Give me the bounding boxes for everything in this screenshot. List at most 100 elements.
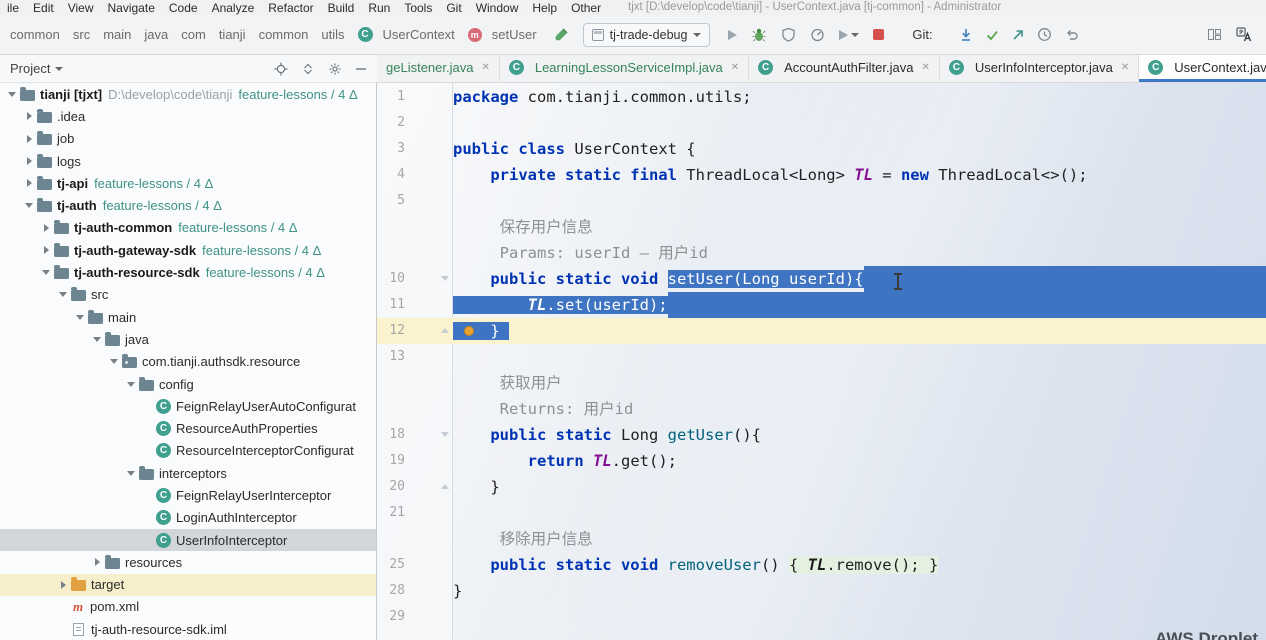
breadcrumb-item[interactable]: m setUser <box>467 27 537 42</box>
breadcrumb-item[interactable]: utils <box>321 27 344 42</box>
tree-row[interactable]: tj-auth-common feature-lessons / 4 Δ <box>0 217 376 239</box>
hide-panel-icon[interactable] <box>355 62 367 76</box>
chevron-down-icon[interactable] <box>106 359 122 364</box>
git-push-icon[interactable] <box>1011 28 1025 42</box>
tree-row[interactable]: C LoginAuthInterceptor <box>0 507 376 529</box>
chevron-down-icon[interactable] <box>38 270 54 275</box>
brush-icon[interactable] <box>553 27 569 43</box>
chevron-right-icon[interactable] <box>21 179 37 187</box>
menu-item[interactable]: ile <box>0 1 26 15</box>
project-panel-header[interactable]: Project <box>0 55 377 83</box>
tree-row[interactable]: .idea <box>0 105 376 127</box>
menu-item[interactable]: Navigate <box>101 1 162 15</box>
tree-row[interactable]: m pom.xml <box>0 596 376 618</box>
menu-item[interactable]: Run <box>361 1 397 15</box>
tree-row[interactable]: target <box>0 573 376 596</box>
editor-tab[interactable]: C AccountAuthFilter.java ✕ <box>749 55 940 82</box>
chevron-down-icon[interactable] <box>55 292 71 297</box>
breadcrumb-item[interactable]: C UserContext <box>357 27 455 42</box>
breadcrumb-item[interactable]: tianji <box>219 27 246 42</box>
tree-row[interactable]: tianji [tjxt] D:\develop\code\tianji featu… <box>0 83 376 105</box>
chevron-right-icon[interactable] <box>21 135 37 143</box>
rollback-icon[interactable] <box>1064 27 1079 42</box>
tree-row[interactable]: job <box>0 128 376 150</box>
breadcrumb-item[interactable]: src <box>73 27 90 42</box>
menu-item[interactable]: Window <box>469 1 526 15</box>
collapse-all-icon[interactable] <box>301 62 315 76</box>
menu-item[interactable]: Help <box>525 1 564 15</box>
menu-item[interactable]: Refactor <box>261 1 320 15</box>
menu-item[interactable]: Other <box>564 1 608 15</box>
breadcrumb-item[interactable]: common <box>10 27 60 42</box>
tree-row[interactable]: logs <box>0 150 376 172</box>
menu-item[interactable]: Build <box>321 1 362 15</box>
tree-row[interactable]: interceptors <box>0 462 376 484</box>
menu-item[interactable]: Git <box>439 1 468 15</box>
menu-item[interactable]: Code <box>162 1 205 15</box>
tree-row[interactable]: tj-auth-gateway-sdk feature-lessons / 4 Δ <box>0 239 376 261</box>
run-more-button[interactable] <box>839 29 860 40</box>
fold-marker-icon[interactable] <box>441 484 449 489</box>
tree-row[interactable]: tj-auth feature-lessons / 4 Δ <box>0 194 376 216</box>
translate-icon[interactable] <box>1236 27 1252 42</box>
tree-row[interactable]: com.tianji.authsdk.resource <box>0 351 376 373</box>
menu-item[interactable]: Analyze <box>205 1 262 15</box>
tree-row[interactable]: C ResourceInterceptorConfigurat <box>0 440 376 462</box>
profiler-icon[interactable] <box>810 27 825 42</box>
tree-row[interactable]: tj-auth-resource-sdk.iml <box>0 618 376 640</box>
tree-row[interactable]: tj-api feature-lessons / 4 Δ <box>0 172 376 194</box>
tree-row[interactable]: resources <box>0 551 376 573</box>
tree-row[interactable]: C FeignRelayUserAutoConfigurat <box>0 395 376 417</box>
fold-marker-icon[interactable] <box>441 432 449 437</box>
chevron-down-icon[interactable] <box>21 203 37 208</box>
tree-row[interactable]: tj-auth-resource-sdk feature-lessons / 4 … <box>0 261 376 283</box>
tree-row[interactable]: java <box>0 328 376 350</box>
breadcrumb-item[interactable]: common <box>259 27 309 42</box>
chevron-down-icon[interactable] <box>72 315 88 320</box>
tree-row[interactable]: main <box>0 306 376 328</box>
chevron-right-icon[interactable] <box>21 157 37 165</box>
tree-row[interactable]: src <box>0 284 376 306</box>
locate-file-icon[interactable] <box>274 62 288 76</box>
menu-item[interactable]: Edit <box>26 1 61 15</box>
debug-icon[interactable] <box>751 27 767 43</box>
breakpoint-icon[interactable] <box>464 326 474 336</box>
git-update-icon[interactable] <box>959 28 973 42</box>
breadcrumb-item[interactable]: java <box>144 27 168 42</box>
editor-tab[interactable]: C LearningLessonServiceImpl.java ✕ <box>500 55 750 82</box>
chevron-right-icon[interactable] <box>38 224 54 232</box>
coverage-icon[interactable] <box>781 27 796 42</box>
chevron-down-icon[interactable] <box>89 337 105 342</box>
editor-tab[interactable]: geListener.java ✕ <box>377 55 500 82</box>
menu-item[interactable]: View <box>61 1 101 15</box>
gear-icon[interactable] <box>328 62 342 76</box>
tree-row[interactable]: C ResourceAuthProperties <box>0 417 376 439</box>
editor-tab[interactable]: C UserInfoInterceptor.java ✕ <box>940 55 1140 82</box>
close-icon[interactable]: ✕ <box>481 62 489 73</box>
tree-row[interactable]: C UserInfoInterceptor <box>0 528 376 552</box>
chevron-right-icon[interactable] <box>38 246 54 254</box>
layout-grid-icon[interactable] <box>1207 27 1222 42</box>
fold-marker-icon[interactable] <box>441 328 449 333</box>
close-icon[interactable]: ✕ <box>731 62 739 73</box>
close-icon[interactable]: ✕ <box>921 62 929 73</box>
git-commit-icon[interactable] <box>985 28 999 42</box>
chevron-right-icon[interactable] <box>55 581 71 589</box>
close-icon[interactable]: ✕ <box>1121 62 1129 73</box>
editor-tab[interactable]: CUserContext.java✕ <box>1139 55 1266 82</box>
chevron-down-icon[interactable] <box>4 92 20 97</box>
breadcrumb-item[interactable]: main <box>103 27 131 42</box>
editor[interactable]: 1 package com.tianji.common.utils; 2 3 publi… <box>377 83 1266 640</box>
chevron-down-icon[interactable] <box>123 382 139 387</box>
run-config-select[interactable]: tj-trade-debug <box>582 22 711 47</box>
history-clock-icon[interactable] <box>1037 27 1052 42</box>
stop-button[interactable] <box>873 29 885 40</box>
fold-marker-icon[interactable] <box>441 276 449 281</box>
chevron-down-icon[interactable] <box>123 471 139 476</box>
chevron-right-icon[interactable] <box>89 558 105 566</box>
run-button[interactable] <box>728 29 738 40</box>
chevron-right-icon[interactable] <box>21 112 37 120</box>
tree-row[interactable]: config <box>0 373 376 395</box>
breadcrumb-item[interactable]: com <box>181 27 206 42</box>
tree-row[interactable]: C FeignRelayUserInterceptor <box>0 484 376 506</box>
